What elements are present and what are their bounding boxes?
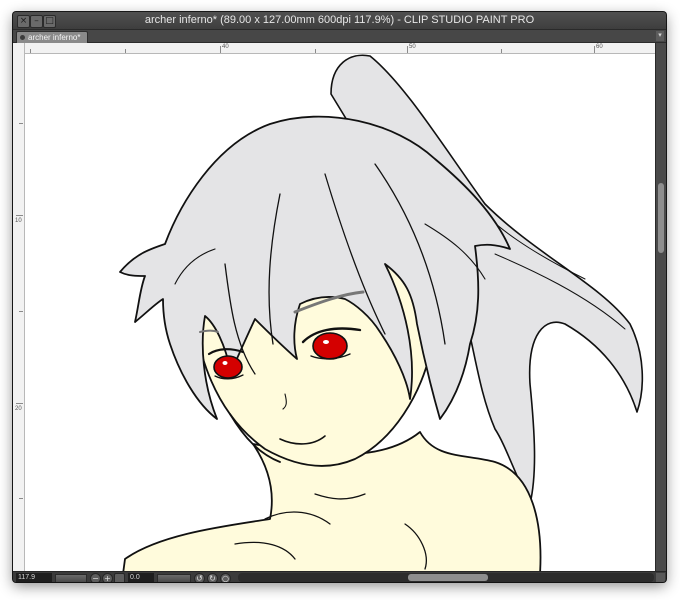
rotation-angle-field[interactable]: 0.0 — [128, 573, 154, 582]
character-artwork — [119, 54, 644, 571]
tab-list-icon[interactable]: ▾ — [656, 31, 664, 41]
eye-left — [213, 355, 243, 379]
fit-icon[interactable] — [114, 573, 125, 582]
horizontal-ruler: 40 50 60 — [25, 43, 655, 54]
window-title: archer inferno* (89.00 x 127.00mm 600dpi… — [144, 14, 535, 26]
status-bar: 117.9 − + 0.0 ↺ ↻ ○ — [13, 571, 666, 582]
tab-archer-inferno[interactable]: archer inferno* — [16, 31, 88, 43]
drawing-canvas[interactable] — [25, 54, 655, 571]
vertical-ruler: 10 20 — [13, 43, 25, 571]
title-bar[interactable]: × – □ archer inferno* (89.00 x 127.00mm … — [13, 12, 666, 30]
tab-modified-icon — [20, 35, 25, 40]
rotate-right-icon[interactable]: ↻ — [207, 573, 218, 582]
rotate-left-icon[interactable]: ↺ — [194, 573, 205, 582]
zoom-out-icon[interactable]: − — [90, 573, 101, 582]
tab-label: archer inferno* — [28, 33, 81, 42]
vertical-scrollbar[interactable] — [655, 43, 666, 571]
app-window: × – □ archer inferno* (89.00 x 127.00mm … — [13, 12, 666, 582]
ruler-label-40: 40 — [222, 44, 229, 50]
ruler-label-50: 50 — [409, 44, 416, 50]
zoom-slider[interactable] — [55, 574, 87, 582]
horizontal-scrollbar-thumb[interactable] — [408, 574, 488, 581]
ruler-label-60: 60 — [596, 44, 603, 50]
ruler-label-20: 20 — [15, 406, 22, 412]
horizontal-scrollbar[interactable] — [238, 573, 654, 582]
ruler-label-10: 10 — [15, 218, 22, 224]
zoom-in-icon[interactable]: + — [102, 573, 113, 582]
document-tab-bar: archer inferno* ▾ — [13, 30, 666, 43]
vertical-scrollbar-thumb[interactable] — [658, 183, 664, 253]
navigator-icon[interactable] — [656, 573, 665, 582]
rotation-slider[interactable] — [157, 574, 191, 582]
eye-right — [312, 332, 348, 360]
reset-icon[interactable]: ○ — [220, 573, 231, 582]
zoom-field[interactable]: 117.9 — [16, 573, 52, 582]
